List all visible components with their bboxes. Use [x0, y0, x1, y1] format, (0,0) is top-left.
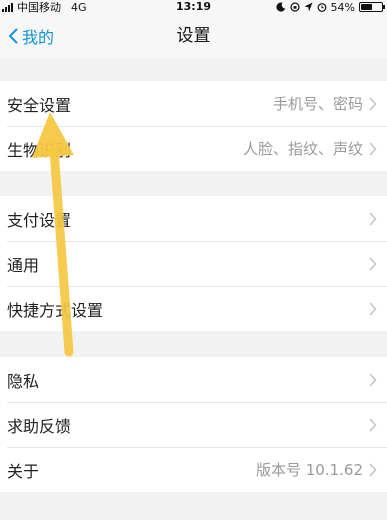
row-label: 支付设置 [7, 210, 72, 230]
row-label: 安全设置 [7, 95, 72, 115]
chevron-right-icon [369, 142, 377, 156]
chevron-right-icon [369, 97, 377, 111]
chevron-right-icon [369, 418, 377, 432]
lock-rotation-icon [289, 2, 300, 12]
nav-bar: 我的 设置 [0, 14, 387, 58]
chevron-right-icon [369, 302, 377, 316]
settings-row-general[interactable]: 通用 [0, 241, 387, 286]
settings-group-about: 隐私 求助反馈 关于 版本号 10.1.62 [0, 357, 387, 492]
battery-icon [359, 2, 385, 12]
settings-row-biometrics[interactable]: 生物识别 人脸、指纹、声纹 [0, 126, 387, 171]
row-label: 生物识别 [7, 140, 72, 160]
battery-percent: 54% [330, 0, 355, 14]
location-icon [304, 2, 313, 12]
settings-row-shortcuts[interactable]: 快捷方式设置 [0, 286, 387, 331]
settings-row-about[interactable]: 关于 版本号 10.1.62 [0, 447, 387, 492]
chevron-right-icon [369, 257, 377, 271]
row-value: 手机号、密码 [272, 95, 363, 113]
row-value: 人脸、指纹、声纹 [242, 140, 363, 158]
row-label: 快捷方式设置 [7, 300, 104, 320]
moon-icon [275, 2, 285, 12]
row-value: 版本号 10.1.62 [255, 461, 363, 479]
settings-row-privacy[interactable]: 隐私 [0, 357, 387, 402]
settings-row-security[interactable]: 安全设置 手机号、密码 [0, 81, 387, 126]
settings-row-payment[interactable]: 支付设置 [0, 196, 387, 241]
chevron-right-icon [369, 373, 377, 387]
status-right: 54% [275, 0, 385, 14]
alarm-icon [317, 3, 326, 12]
status-bar: 中国移动 4G 13:19 54% [0, 0, 387, 14]
settings-group-general: 支付设置 通用 快捷方式设置 [0, 196, 387, 331]
row-label: 隐私 [7, 371, 40, 391]
chevron-right-icon [369, 463, 377, 477]
row-label: 关于 [7, 461, 40, 481]
chevron-right-icon [369, 212, 377, 226]
settings-group-security: 安全设置 手机号、密码 生物识别 人脸、指纹、声纹 [0, 81, 387, 171]
page-title: 设置 [176, 26, 211, 46]
settings-row-feedback[interactable]: 求助反馈 [0, 402, 387, 447]
row-label: 求助反馈 [7, 416, 72, 436]
row-label: 通用 [7, 255, 40, 275]
